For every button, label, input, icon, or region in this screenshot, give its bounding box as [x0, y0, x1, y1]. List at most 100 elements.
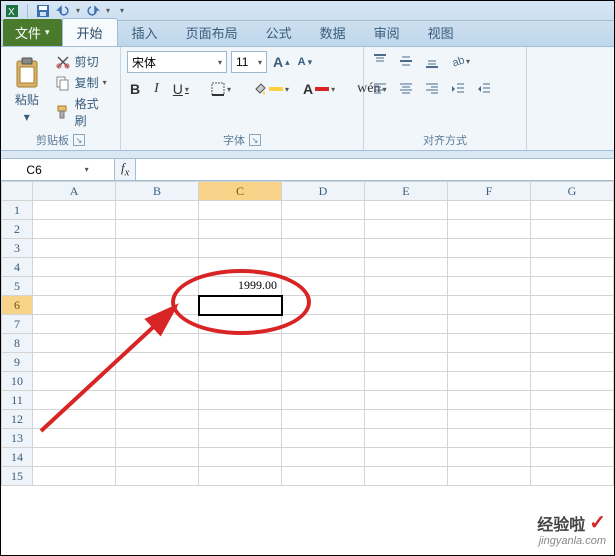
- cell[interactable]: [364, 258, 447, 277]
- cell[interactable]: [33, 220, 116, 239]
- cell[interactable]: [199, 239, 282, 258]
- increase-font-button[interactable]: A▴: [271, 52, 292, 72]
- cell[interactable]: [199, 467, 282, 486]
- cell[interactable]: [116, 372, 199, 391]
- file-tab[interactable]: 文件 ▾: [3, 19, 62, 46]
- row-header[interactable]: 5: [2, 277, 33, 296]
- cell[interactable]: [364, 391, 447, 410]
- underline-button[interactable]: U ▾: [170, 79, 192, 99]
- save-icon[interactable]: [36, 4, 50, 18]
- cell[interactable]: [33, 334, 116, 353]
- tab-layout[interactable]: 页面布局: [172, 19, 252, 46]
- cell[interactable]: [199, 334, 282, 353]
- cell[interactable]: [447, 315, 530, 334]
- cell[interactable]: [364, 277, 447, 296]
- cell[interactable]: [116, 296, 199, 315]
- cell[interactable]: [33, 258, 116, 277]
- name-box[interactable]: C6 ▾: [1, 159, 115, 180]
- col-header[interactable]: F: [447, 182, 530, 201]
- cell[interactable]: [282, 220, 365, 239]
- cell[interactable]: [530, 220, 613, 239]
- select-all-corner[interactable]: [2, 182, 33, 201]
- cell[interactable]: [282, 410, 365, 429]
- cell[interactable]: [116, 220, 199, 239]
- cell[interactable]: [33, 277, 116, 296]
- cell[interactable]: [364, 220, 447, 239]
- cell[interactable]: [282, 448, 365, 467]
- cell[interactable]: [530, 201, 613, 220]
- row-header[interactable]: 3: [2, 239, 33, 258]
- cell[interactable]: [530, 467, 613, 486]
- cell[interactable]: [199, 372, 282, 391]
- cell-c6-selected[interactable]: [199, 296, 282, 315]
- col-header[interactable]: E: [364, 182, 447, 201]
- cell[interactable]: [364, 296, 447, 315]
- cell[interactable]: [199, 410, 282, 429]
- cell[interactable]: [447, 391, 530, 410]
- row-header[interactable]: 1: [2, 201, 33, 220]
- cell[interactable]: [116, 201, 199, 220]
- cell[interactable]: [364, 372, 447, 391]
- font-size-select[interactable]: 11 ▾: [231, 51, 267, 73]
- paste-button[interactable]: 粘贴 ▾: [7, 51, 47, 129]
- cell[interactable]: [364, 201, 447, 220]
- cell[interactable]: [447, 372, 530, 391]
- cell[interactable]: [530, 410, 613, 429]
- row-header[interactable]: 9: [2, 353, 33, 372]
- undo-icon[interactable]: [56, 4, 70, 18]
- cell[interactable]: [33, 315, 116, 334]
- row-header[interactable]: 15: [2, 467, 33, 486]
- col-header[interactable]: A: [33, 182, 116, 201]
- align-right-button[interactable]: [422, 79, 442, 99]
- cell[interactable]: [530, 429, 613, 448]
- cell[interactable]: [199, 201, 282, 220]
- format-painter-button[interactable]: 格式刷: [51, 93, 114, 131]
- font-name-select[interactable]: 宋体 ▾: [127, 51, 227, 73]
- cell[interactable]: [447, 220, 530, 239]
- fill-color-button[interactable]: ▾: [250, 80, 292, 98]
- cell[interactable]: [530, 391, 613, 410]
- cell[interactable]: [447, 296, 530, 315]
- cell[interactable]: [282, 353, 365, 372]
- cell[interactable]: [530, 296, 613, 315]
- cell[interactable]: [33, 429, 116, 448]
- cell[interactable]: [530, 448, 613, 467]
- borders-button[interactable]: ▾: [208, 80, 234, 98]
- tab-formulas[interactable]: 公式: [252, 19, 306, 46]
- cell[interactable]: [530, 334, 613, 353]
- cell[interactable]: [282, 296, 365, 315]
- cell[interactable]: [364, 448, 447, 467]
- cell[interactable]: [282, 391, 365, 410]
- cell[interactable]: [116, 391, 199, 410]
- cell[interactable]: [530, 315, 613, 334]
- cell[interactable]: [116, 258, 199, 277]
- cell[interactable]: [447, 334, 530, 353]
- cell[interactable]: [199, 258, 282, 277]
- cell[interactable]: [364, 467, 447, 486]
- cell[interactable]: [282, 239, 365, 258]
- row-header[interactable]: 8: [2, 334, 33, 353]
- col-header[interactable]: C: [199, 182, 282, 201]
- cell[interactable]: [282, 467, 365, 486]
- row-header[interactable]: 2: [2, 220, 33, 239]
- row-header[interactable]: 14: [2, 448, 33, 467]
- cell[interactable]: [33, 296, 116, 315]
- cell[interactable]: [199, 448, 282, 467]
- cell[interactable]: [116, 334, 199, 353]
- tab-review[interactable]: 审阅: [360, 19, 414, 46]
- font-color-button[interactable]: A ▾: [300, 79, 338, 99]
- row-header[interactable]: 11: [2, 391, 33, 410]
- copy-button[interactable]: 复制 ▾: [51, 72, 114, 93]
- undo-dropdown-icon[interactable]: ▾: [76, 6, 80, 15]
- cell[interactable]: [447, 258, 530, 277]
- cell[interactable]: [530, 258, 613, 277]
- cell[interactable]: [530, 372, 613, 391]
- align-left-button[interactable]: [370, 79, 390, 99]
- align-bottom-button[interactable]: [422, 51, 442, 71]
- cell[interactable]: [282, 334, 365, 353]
- cell[interactable]: [447, 448, 530, 467]
- cell[interactable]: [33, 201, 116, 220]
- cell[interactable]: [364, 239, 447, 258]
- cell[interactable]: [364, 410, 447, 429]
- tab-home[interactable]: 开始: [62, 18, 118, 46]
